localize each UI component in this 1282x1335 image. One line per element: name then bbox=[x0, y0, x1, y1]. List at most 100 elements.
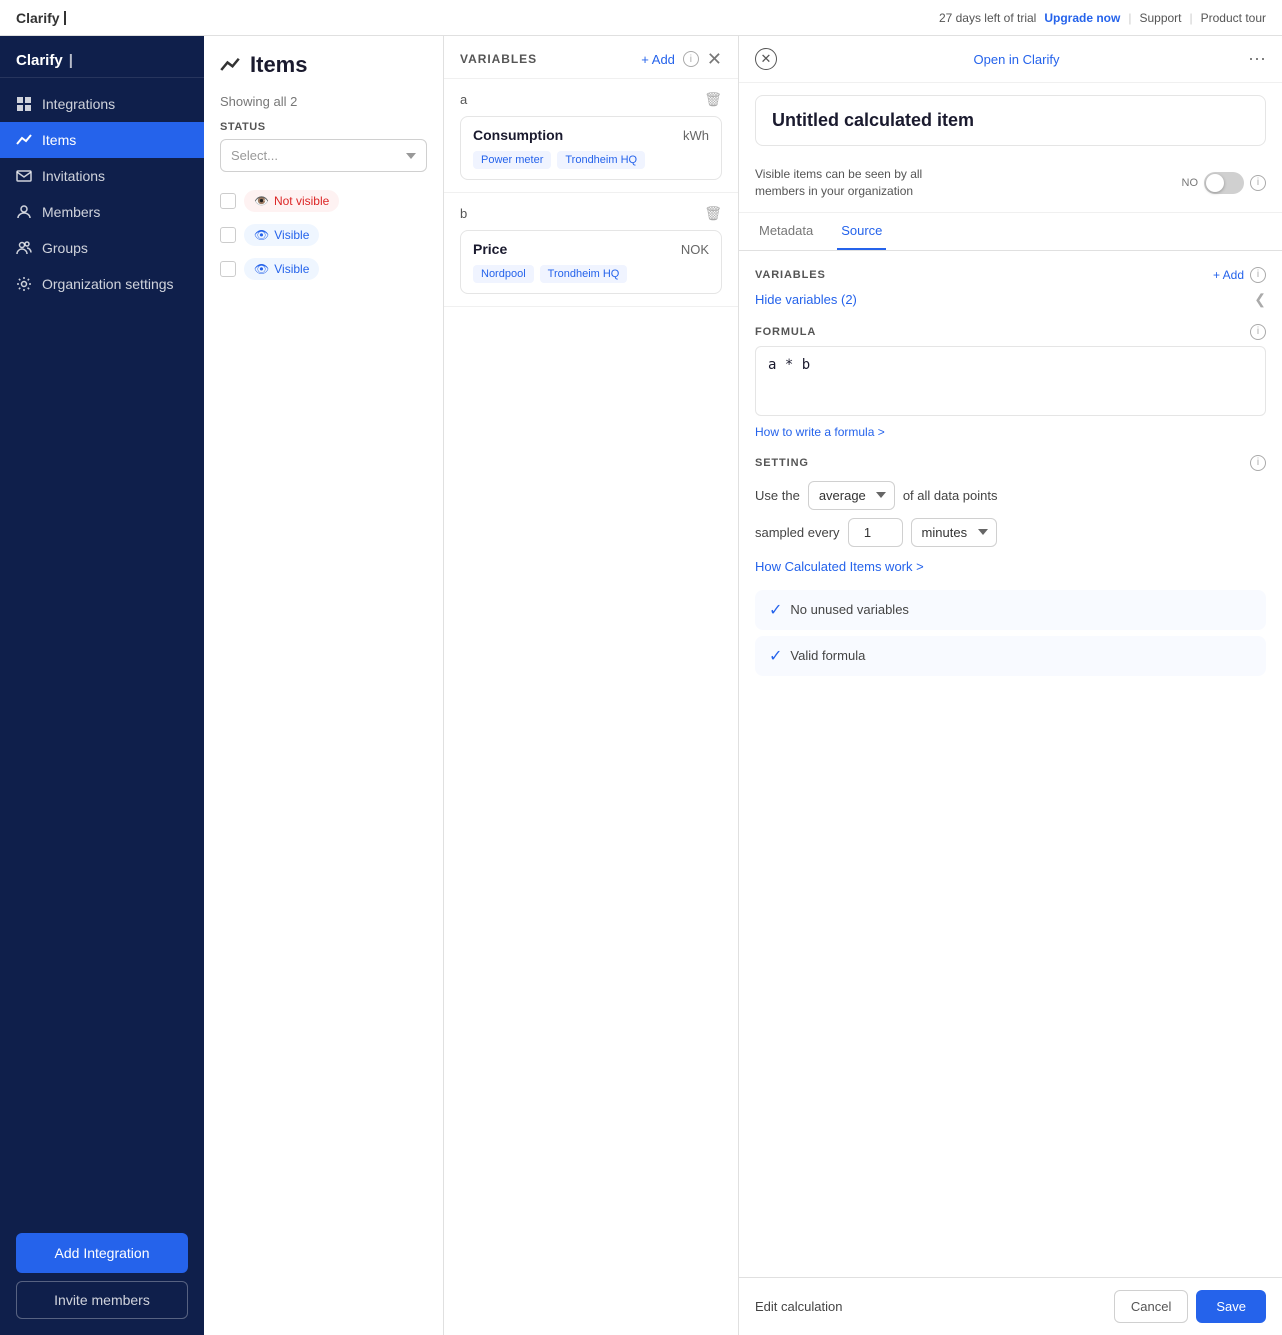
delete-variable-b-button[interactable]: 🗑 bbox=[704, 205, 722, 222]
sidebar-item-members[interactable]: Members bbox=[0, 194, 204, 230]
open-in-clarify-link[interactable]: Open in Clarify bbox=[785, 52, 1248, 67]
footer-buttons: Cancel Save bbox=[1114, 1290, 1266, 1323]
aggregate-select[interactable]: average sum min max last bbox=[808, 481, 895, 510]
variable-unit-a: kWh bbox=[683, 128, 709, 143]
invite-members-button[interactable]: Invite members bbox=[16, 1281, 188, 1319]
more-options-button[interactable]: ⋯ bbox=[1248, 49, 1266, 70]
topbar: Clarify 27 days left of trial Upgrade no… bbox=[0, 0, 1282, 36]
sidebar-item-integrations[interactable]: Integrations bbox=[0, 86, 204, 122]
variable-group-a: a 🗑 Consumption kWh Power meter Trondhei… bbox=[444, 79, 738, 193]
tab-source[interactable]: Source bbox=[837, 213, 886, 250]
variables-actions: + Add i ✕ bbox=[641, 50, 722, 68]
visibility-toggle[interactable] bbox=[1204, 172, 1244, 194]
items-panel: Items Showing all 2 STATUS Select... 👁️ … bbox=[204, 36, 444, 1335]
variable-letter-b: b bbox=[460, 206, 467, 221]
validation-text-2: Valid formula bbox=[790, 648, 865, 663]
showing-count: Showing all 2 bbox=[220, 94, 427, 109]
how-calculated-items-link[interactable]: How Calculated Items work > bbox=[755, 559, 1266, 574]
validation-valid-formula: ✓ Valid formula bbox=[755, 636, 1266, 676]
variable-group-b: b 🗑 Price NOK Nordpool Trondheim HQ bbox=[444, 193, 738, 307]
sidebar-item-org-settings[interactable]: Organization settings bbox=[0, 266, 204, 302]
settings-icon bbox=[16, 276, 32, 292]
detail-tabs: Metadata Source bbox=[739, 213, 1282, 251]
list-item: 👁 Visible bbox=[220, 218, 427, 252]
variables-info-icon[interactable]: i bbox=[683, 51, 699, 67]
sidebar: Clarify | Integrations Items Invitations bbox=[0, 36, 204, 1335]
variable-name-a: Consumption bbox=[473, 127, 563, 143]
trial-text: 27 days left of trial bbox=[939, 11, 1036, 25]
save-button[interactable]: Save bbox=[1196, 1290, 1266, 1323]
visibility-row: Visible items can be seen by all members… bbox=[739, 158, 1282, 213]
tag-trondheim-hq-b: Trondheim HQ bbox=[540, 265, 628, 283]
status-badge-visible-1: 👁 Visible bbox=[244, 224, 319, 246]
main-layout: Clarify | Integrations Items Invitations bbox=[0, 36, 1282, 1335]
grid-icon bbox=[16, 96, 32, 112]
status-filter-select[interactable]: Select... bbox=[220, 139, 427, 172]
setting-section: SETTING i Use the average sum min max la… bbox=[755, 455, 1266, 574]
brand-name: Clarify bbox=[16, 10, 60, 26]
setting-info-icon[interactable]: i bbox=[1250, 455, 1266, 471]
visibility-info-icon[interactable]: i bbox=[1250, 175, 1266, 191]
status-badge-visible-2: 👁 Visible bbox=[244, 258, 319, 280]
cancel-button[interactable]: Cancel bbox=[1114, 1290, 1188, 1323]
items-trend-icon bbox=[220, 55, 240, 75]
eye-off-icon: 👁️ bbox=[254, 194, 269, 208]
check-icon-2: ✓ bbox=[769, 646, 782, 666]
formula-info-icon[interactable]: i bbox=[1250, 324, 1266, 340]
source-variables-info-icon[interactable]: i bbox=[1250, 267, 1266, 283]
source-variables-label: VARIABLES bbox=[755, 269, 826, 281]
list-item: 👁 Visible bbox=[220, 252, 427, 286]
source-add-variable-button[interactable]: + Add bbox=[1213, 268, 1244, 282]
validation-text-1: No unused variables bbox=[790, 602, 909, 617]
item-checkbox-2[interactable] bbox=[220, 227, 236, 243]
sidebar-item-label-items: Items bbox=[42, 132, 76, 148]
status-filter-label: STATUS bbox=[220, 121, 427, 133]
tag-power-meter: Power meter bbox=[473, 151, 551, 169]
detail-close-button[interactable]: ✕ bbox=[755, 48, 777, 70]
status-badge-not-visible: 👁️ Not visible bbox=[244, 190, 339, 212]
interval-unit-select[interactable]: minutes hours days bbox=[911, 518, 997, 547]
variables-panel-title: VARIABLES bbox=[460, 52, 537, 66]
items-panel-title: Items bbox=[250, 52, 307, 78]
sidebar-item-items[interactable]: Items bbox=[0, 122, 204, 158]
visibility-description: Visible items can be seen by all members… bbox=[755, 166, 955, 200]
setting-label: SETTING bbox=[755, 457, 809, 469]
tag-trondheim-hq-a: Trondheim HQ bbox=[557, 151, 645, 169]
toggle-label: NO bbox=[1182, 177, 1199, 189]
item-title: Untitled calculated item bbox=[772, 110, 974, 130]
variables-close-button[interactable]: ✕ bbox=[707, 50, 722, 68]
formula-input[interactable]: a * b bbox=[755, 346, 1266, 416]
aggregate-row: Use the average sum min max last of all … bbox=[755, 481, 1266, 510]
delete-variable-a-button[interactable]: 🗑 bbox=[704, 91, 722, 108]
product-tour-link[interactable]: Product tour bbox=[1201, 11, 1266, 25]
edit-calculation-label: Edit calculation bbox=[755, 1299, 842, 1314]
add-integration-button[interactable]: Add Integration bbox=[16, 1233, 188, 1273]
brand: Clarify bbox=[16, 10, 66, 26]
sidebar-item-groups[interactable]: Groups bbox=[0, 230, 204, 266]
upgrade-button[interactable]: Upgrade now bbox=[1044, 11, 1120, 25]
chevron-left-icon: ❮ bbox=[1254, 291, 1266, 308]
sidebar-item-label-members: Members bbox=[42, 204, 100, 220]
variables-body: a 🗑 Consumption kWh Power meter Trondhei… bbox=[444, 79, 738, 1335]
brand-label: Clarify bbox=[16, 52, 63, 69]
list-item: 👁️ Not visible bbox=[220, 184, 427, 218]
variable-tags-a: Power meter Trondheim HQ bbox=[473, 151, 709, 169]
tab-metadata[interactable]: Metadata bbox=[755, 213, 817, 250]
mail-icon bbox=[16, 168, 32, 184]
sidebar-item-invitations[interactable]: Invitations bbox=[0, 158, 204, 194]
variables-header: VARIABLES + Add i ✕ bbox=[444, 36, 738, 79]
hide-variables-row[interactable]: Hide variables (2) ❮ bbox=[755, 291, 1266, 308]
item-checkbox-3[interactable] bbox=[220, 261, 236, 277]
validation-no-unused: ✓ No unused variables bbox=[755, 590, 1266, 630]
topbar-right: 27 days left of trial Upgrade now | Supp… bbox=[939, 11, 1266, 25]
sidebar-item-label-invitations: Invitations bbox=[42, 168, 105, 184]
how-to-write-formula-link[interactable]: How to write a formula > bbox=[755, 425, 1266, 439]
add-variable-button[interactable]: + Add bbox=[641, 52, 675, 67]
interval-row: sampled every minutes hours days bbox=[755, 518, 1266, 547]
sample-interval-input[interactable] bbox=[848, 518, 903, 547]
variables-panel: VARIABLES + Add i ✕ a 🗑 Consumption kWh bbox=[444, 36, 739, 1335]
item-checkbox-1[interactable] bbox=[220, 193, 236, 209]
user-icon bbox=[16, 204, 32, 220]
trending-up-icon bbox=[16, 132, 32, 148]
support-link[interactable]: Support bbox=[1139, 11, 1181, 25]
